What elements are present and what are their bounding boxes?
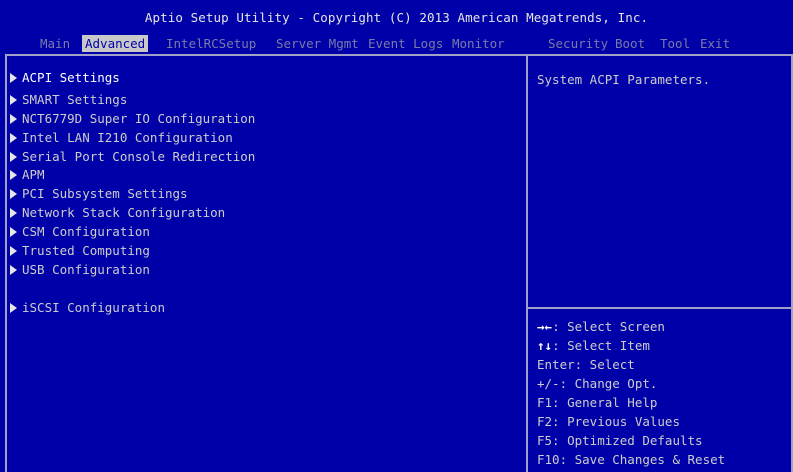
submenu-arrow-icon: [10, 114, 17, 124]
tab-main[interactable]: Main: [37, 35, 73, 52]
help-divider: [528, 307, 791, 309]
menu-item-pci-subsystem[interactable]: PCI Subsystem Settings: [10, 185, 188, 203]
key-hint-save-reset: F10: Save Changes & Reset: [537, 451, 725, 469]
key-hint-select-screen: →←: Select Screen: [537, 318, 665, 336]
key-hint-general-help: F1: General Help: [537, 394, 657, 412]
menu-item-usb[interactable]: USB Configuration: [10, 261, 150, 279]
menu-item-label: CSM Configuration: [22, 224, 150, 239]
submenu-arrow-icon: [10, 265, 17, 275]
menu-item-label: Intel LAN I210 Configuration: [22, 130, 233, 145]
help-description: System ACPI Parameters.: [537, 72, 711, 87]
submenu-arrow-icon: [10, 246, 17, 256]
tab-monitor[interactable]: Monitor: [449, 35, 508, 52]
menu-item-label: NCT6779D Super IO Configuration: [22, 111, 256, 126]
panel-divider: [526, 56, 528, 472]
key-hint-text: +/-: Change Opt.: [537, 376, 658, 391]
menu-item-label: Serial Port Console Redirection: [22, 149, 256, 164]
submenu-arrow-icon: [10, 303, 17, 313]
submenu-arrow-icon: [10, 170, 17, 180]
menu-item-network-stack[interactable]: Network Stack Configuration: [10, 204, 225, 222]
menu-item-label: APM: [22, 167, 45, 182]
key-hint-text: F1: General Help: [537, 395, 658, 410]
menu-item-label: PCI Subsystem Settings: [22, 186, 188, 201]
menu-item-trusted-computing[interactable]: Trusted Computing: [10, 242, 150, 260]
submenu-arrow-icon: [10, 208, 17, 218]
menu-item-label: Trusted Computing: [22, 243, 150, 258]
menu-item-serial-port[interactable]: Serial Port Console Redirection: [10, 148, 255, 166]
tab-exit[interactable]: Exit: [697, 35, 733, 52]
menu-item-smart-settings[interactable]: SMART Settings: [10, 91, 127, 109]
frame-border-left: [5, 54, 7, 472]
left-right-arrows-icon: →←: [537, 319, 553, 334]
tab-boot[interactable]: Boot: [612, 35, 648, 52]
tab-server-mgmt[interactable]: Server Mgmt: [273, 35, 362, 52]
key-hint-optimized-defaults: F5: Optimized Defaults: [537, 432, 703, 450]
submenu-arrow-icon: [10, 95, 17, 105]
tab-security[interactable]: Security: [545, 35, 611, 52]
key-hint-previous-values: F2: Previous Values: [537, 413, 680, 431]
submenu-arrow-icon: [10, 73, 17, 83]
key-hint-change-opt: +/-: Change Opt.: [537, 375, 657, 393]
key-hint-text: : Select Item: [552, 338, 650, 353]
tab-bar: Main Advanced IntelRCSetup Server Mgmt E…: [0, 28, 793, 52]
frame-border-top: [5, 54, 792, 56]
key-hint-text: F5: Optimized Defaults: [537, 433, 703, 448]
menu-item-acpi-settings[interactable]: ACPI Settings: [10, 69, 120, 87]
tab-advanced[interactable]: Advanced: [82, 35, 149, 52]
menu-item-label: USB Configuration: [22, 262, 150, 277]
tab-event-logs[interactable]: Event Logs: [365, 35, 446, 52]
key-hint-select-item: ↑↓: Select Item: [537, 337, 650, 355]
key-hint-text: F10: Save Changes & Reset: [537, 452, 726, 467]
app-title: Aptio Setup Utility - Copyright (C) 2013…: [144, 10, 649, 25]
menu-item-label: Network Stack Configuration: [22, 205, 226, 220]
menu-item-label: SMART Settings: [22, 92, 128, 107]
menu-item-label: ACPI Settings: [22, 70, 120, 85]
menu-item-csm[interactable]: CSM Configuration: [10, 223, 150, 241]
menu-item-intel-lan[interactable]: Intel LAN I210 Configuration: [10, 129, 233, 147]
key-hint-text: Enter: Select: [537, 357, 635, 372]
key-hint-text: : Select Screen: [552, 319, 665, 334]
menu-item-apm[interactable]: APM: [10, 166, 45, 184]
menu-item-iscsi[interactable]: iSCSI Configuration: [10, 299, 165, 317]
key-hint-enter: Enter: Select: [537, 356, 635, 374]
submenu-arrow-icon: [10, 189, 17, 199]
tab-tool[interactable]: Tool: [657, 35, 693, 52]
tab-intelrcsetup[interactable]: IntelRCSetup: [163, 35, 259, 52]
submenu-arrow-icon: [10, 227, 17, 237]
up-down-arrows-icon: ↑↓: [537, 338, 553, 353]
menu-item-super-io[interactable]: NCT6779D Super IO Configuration: [10, 110, 255, 128]
submenu-arrow-icon: [10, 152, 17, 162]
key-hint-text: F2: Previous Values: [537, 414, 680, 429]
menu-item-label: iSCSI Configuration: [22, 300, 165, 315]
submenu-arrow-icon: [10, 133, 17, 143]
